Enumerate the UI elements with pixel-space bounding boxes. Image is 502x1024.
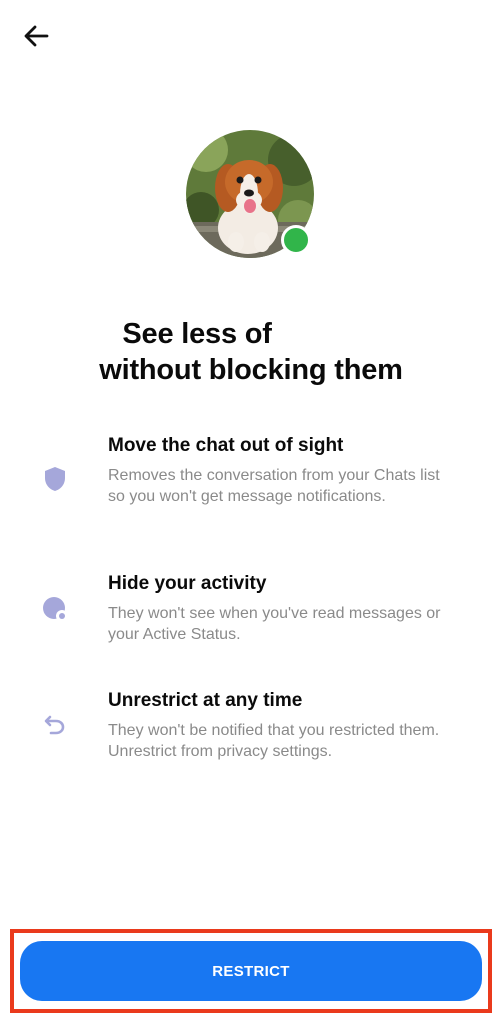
headline-line2: without blocking them (99, 354, 403, 386)
hidden-contact-name (279, 322, 380, 349)
hidden-activity-icon (42, 596, 68, 622)
feature-title: Move the chat out of sight (108, 435, 344, 456)
restrict-button[interactable]: RESTRICT (20, 941, 482, 1001)
shield-icon (42, 466, 68, 492)
feature-description: They won't see when you've read messages… (108, 605, 441, 643)
feature-title: Unrestrict at any time (108, 690, 303, 711)
back-button[interactable] (18, 20, 54, 52)
feature-title: Hide your activity (108, 573, 267, 594)
headline-prefix: See less of (122, 318, 272, 350)
arrow-left-icon (24, 25, 49, 47)
undo-icon (42, 711, 68, 737)
feature-description: They won't be notified that you restrict… (108, 722, 440, 760)
page-title: See less of without blocking them (0, 316, 502, 388)
feature-description: Removes the conversation from your Chats… (108, 467, 440, 505)
online-status-indicator (281, 225, 311, 255)
